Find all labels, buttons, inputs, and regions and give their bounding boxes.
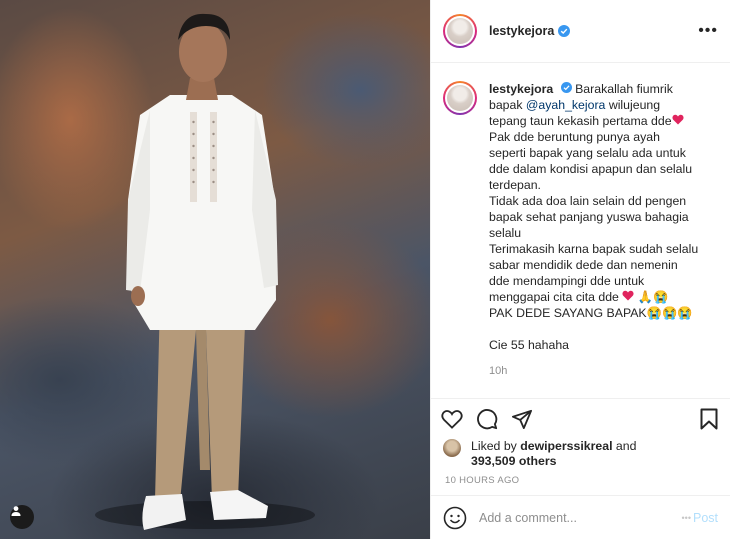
action-bar xyxy=(431,398,730,439)
caption-line: bapak sehat panjang yuswa bahagia xyxy=(489,210,689,224)
verified-badge-icon xyxy=(560,82,572,93)
verified-badge-icon xyxy=(558,25,571,37)
caption-line: seperti bapak yang selalu ada untuk xyxy=(489,146,686,160)
liked-by-user[interactable]: dewiperssikreal xyxy=(520,439,612,453)
more-dots-icon[interactable]: ••• xyxy=(698,22,718,40)
crying-emoji-icon: 😭 xyxy=(653,290,669,304)
avatar[interactable] xyxy=(443,14,477,48)
likes-summary: Liked by dewiperssikreal and 393,509 oth… xyxy=(431,439,730,475)
heart-emoji-icon xyxy=(622,290,634,304)
post-header: lestykejora ••• xyxy=(431,0,730,63)
comment-input[interactable] xyxy=(479,510,669,525)
post-photo[interactable] xyxy=(0,0,430,539)
post-timestamp[interactable]: 10 HOURS AGO xyxy=(431,475,730,495)
typing-dots-icon: ••• xyxy=(681,512,691,523)
caption-line: tepang taun kekasih pertama dde xyxy=(489,114,672,128)
caption-line: Barakallah fiumrik xyxy=(575,82,673,96)
caption-avatar[interactable] xyxy=(443,81,477,115)
user-tag-button[interactable] xyxy=(10,505,34,529)
liked-by-prefix: Liked by xyxy=(471,439,521,453)
mention-link[interactable]: @ayah_kejora xyxy=(526,98,605,112)
caption-line: PAK DEDE SAYANG BAPAK xyxy=(489,306,647,320)
caption-line: dde mendampingi dde untuk xyxy=(489,274,645,288)
caption-line: terdepan. xyxy=(489,178,541,192)
header-username[interactable]: lestykejora xyxy=(489,24,554,38)
user-tag-icon xyxy=(11,506,21,516)
caption-line: selalu xyxy=(489,226,522,240)
liked-by-and: and xyxy=(612,439,637,453)
post-side-panel: lestykejora ••• lestykejora Barakallah f… xyxy=(430,0,730,539)
pray-emoji-icon: 🙏 xyxy=(637,290,654,304)
comment-bar: ••• Post xyxy=(431,495,730,539)
caption-line: sabar mendidik dede dan nemenin xyxy=(489,258,678,272)
photo-illustration xyxy=(95,13,315,530)
caption-line: Pak dde beruntung punya ayah xyxy=(489,130,660,144)
caption-text: lestykejora Barakallah fiumrik bapak @ay… xyxy=(489,81,709,353)
caption-line: Terimakasih karna bapak sudah selalu xyxy=(489,242,699,256)
caption-time[interactable]: 10h xyxy=(489,365,718,377)
caption-username[interactable]: lestykejora xyxy=(489,82,553,96)
caption-line: dde dalam kondisi apapun dan selalu xyxy=(489,162,693,176)
likes-count[interactable]: 393,509 others xyxy=(471,454,556,468)
heart-emoji-icon xyxy=(671,114,684,128)
post-comment-button[interactable]: ••• Post xyxy=(682,511,718,525)
crying-emoji-icon: 😭😭😭 xyxy=(646,306,693,320)
caption-line: bapak xyxy=(489,98,526,112)
caption-line: Cie 55 hahaha xyxy=(489,338,569,352)
caption-area: lestykejora Barakallah fiumrik bapak @ay… xyxy=(431,63,730,398)
caption-line: Tidak ada doa lain selain dd pengen xyxy=(489,194,687,208)
instagram-post: lestykejora ••• lestykejora Barakallah f… xyxy=(0,0,730,539)
liker-avatar[interactable] xyxy=(443,439,461,457)
comment-icon[interactable] xyxy=(476,408,498,430)
bookmark-icon[interactable] xyxy=(700,408,718,430)
post-label: Post xyxy=(692,510,718,525)
caption-line: menggapai cita cita dde xyxy=(489,290,623,304)
emoji-icon[interactable] xyxy=(443,506,467,530)
heart-icon[interactable] xyxy=(441,409,463,429)
share-icon[interactable] xyxy=(511,409,533,429)
caption-line: wilujeung xyxy=(605,98,661,112)
